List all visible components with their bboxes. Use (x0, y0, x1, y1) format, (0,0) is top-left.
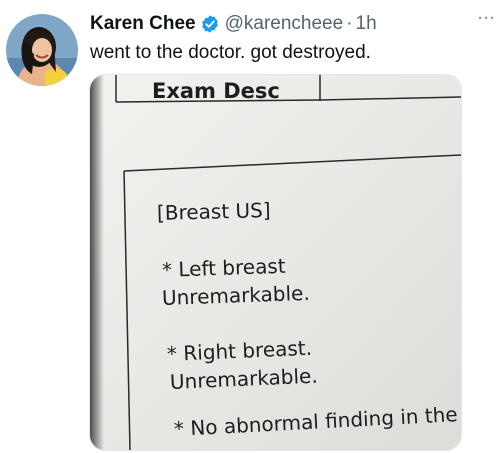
author-name[interactable]: Karen Chee (90, 13, 196, 35)
report-line: * Left breast (161, 253, 286, 282)
verified-badge-icon (200, 14, 220, 34)
separator-dot: · (346, 13, 353, 34)
more-options-icon[interactable]: ··· (478, 10, 496, 27)
tweet-timestamp[interactable]: 1h (356, 13, 377, 35)
tweet-text: went to the doctor. got destroyed. (90, 42, 371, 63)
section-title: [Breast US] (156, 198, 271, 225)
avatar[interactable] (6, 14, 78, 86)
tweet-photo[interactable]: Exam Desc [Breast US] * Left breast Unre… (89, 74, 462, 451)
report-line: Unremarkable. (161, 280, 311, 310)
avatar-photo (6, 14, 78, 86)
exam-desc-header: Exam Desc (152, 79, 280, 103)
tweet-header: Karen Chee @karencheee · 1h (90, 12, 490, 36)
author-handle[interactable]: @karencheee (225, 13, 344, 35)
